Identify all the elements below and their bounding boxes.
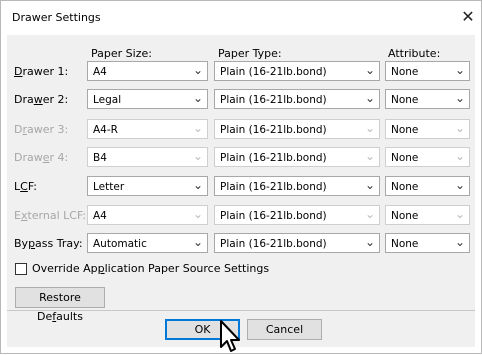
paper-type-select[interactable]: Plain (16-21lb.bond) ⌄: [214, 176, 380, 196]
window-title: Drawer Settings: [12, 11, 101, 24]
chevron-down-icon: ⌄: [192, 63, 203, 77]
select-value: Plain (16-21lb.bond): [220, 124, 327, 136]
paper-type-select[interactable]: Plain (16-21lb.bond) ⌄: [214, 233, 380, 253]
separator: [7, 310, 475, 311]
chevron-down-icon: ⌄: [454, 178, 465, 192]
paper-type-select[interactable]: Plain (16-21lb.bond) ⌄: [214, 61, 380, 81]
paper-size-select[interactable]: A4 ⌄: [87, 61, 208, 81]
drawer-settings-dialog: Drawer Settings ✕ Paper Size: Paper Type…: [0, 0, 482, 354]
select-value: A4: [93, 210, 107, 222]
paper-type-select[interactable]: Plain (16-21lb.bond) ⌄: [214, 205, 380, 225]
mouse-pointer-icon: [220, 320, 240, 352]
paper-size-header: Paper Size:: [91, 47, 152, 60]
select-value: Plain (16-21lb.bond): [220, 66, 327, 78]
select-value: None: [391, 66, 419, 78]
attribute-select[interactable]: None ⌄: [385, 233, 470, 253]
select-value: None: [391, 181, 419, 193]
select-value: Legal: [93, 94, 122, 106]
attribute-select[interactable]: None ⌄: [385, 147, 470, 167]
drawer-row-label: Drawer 3:: [14, 123, 69, 136]
paper-size-select[interactable]: Automatic ⌄: [87, 233, 208, 253]
chevron-down-icon: ⌄: [192, 207, 203, 221]
chevron-down-icon: ⌄: [454, 121, 465, 135]
drawer-row-label: Drawer 4:: [14, 151, 69, 164]
attribute-select[interactable]: None ⌄: [385, 61, 470, 81]
chevron-down-icon: ⌄: [454, 63, 465, 77]
attribute-select[interactable]: None ⌄: [385, 205, 470, 225]
paper-type-header: Paper Type:: [218, 47, 282, 60]
select-value: None: [391, 94, 419, 106]
paper-type-select[interactable]: Plain (16-21lb.bond) ⌄: [214, 89, 380, 109]
select-value: Plain (16-21lb.bond): [220, 94, 327, 106]
chevron-down-icon: ⌄: [364, 178, 375, 192]
chevron-down-icon: ⌄: [364, 121, 375, 135]
select-value: None: [391, 124, 419, 136]
override-checkbox[interactable]: [15, 263, 27, 275]
attribute-select[interactable]: None ⌄: [385, 176, 470, 196]
chevron-down-icon: ⌄: [192, 178, 203, 192]
cancel-button[interactable]: Cancel: [247, 319, 322, 340]
select-value: None: [391, 210, 419, 222]
select-value: B4: [93, 152, 107, 164]
chevron-down-icon: ⌄: [364, 149, 375, 163]
paper-size-select[interactable]: Legal ⌄: [87, 89, 208, 109]
select-value: Plain (16-21lb.bond): [220, 152, 327, 164]
paper-size-select[interactable]: A4 ⌄: [87, 205, 208, 225]
attribute-select[interactable]: None ⌄: [385, 89, 470, 109]
chevron-down-icon: ⌄: [192, 91, 203, 105]
select-value: None: [391, 238, 419, 250]
chevron-down-icon: ⌄: [192, 121, 203, 135]
drawer-row-label: LCF:: [14, 180, 38, 193]
select-value: A4-R: [93, 124, 118, 136]
chevron-down-icon: ⌄: [192, 235, 203, 249]
chevron-down-icon: ⌄: [192, 149, 203, 163]
drawer-row-label: Drawer 1:: [14, 65, 69, 78]
chevron-down-icon: ⌄: [364, 207, 375, 221]
chevron-down-icon: ⌄: [364, 235, 375, 249]
title-bar: Drawer Settings ✕: [1, 1, 481, 35]
select-value: Plain (16-21lb.bond): [220, 210, 327, 222]
chevron-down-icon: ⌄: [454, 91, 465, 105]
select-value: Letter: [93, 181, 125, 193]
chevron-down-icon: ⌄: [454, 207, 465, 221]
chevron-down-icon: ⌄: [364, 63, 375, 77]
drawer-row-label: External LCF:: [14, 209, 87, 222]
attribute-header: Attribute:: [388, 47, 441, 60]
paper-type-select[interactable]: Plain (16-21lb.bond) ⌄: [214, 119, 380, 139]
paper-type-select[interactable]: Plain (16-21lb.bond) ⌄: [214, 147, 380, 167]
chevron-down-icon: ⌄: [454, 235, 465, 249]
paper-size-select[interactable]: Letter ⌄: [87, 176, 208, 196]
select-value: Plain (16-21lb.bond): [220, 238, 327, 250]
close-icon[interactable]: ✕: [460, 7, 476, 26]
select-value: A4: [93, 66, 107, 78]
select-value: Plain (16-21lb.bond): [220, 181, 327, 193]
paper-size-select[interactable]: B4 ⌄: [87, 147, 208, 167]
chevron-down-icon: ⌄: [454, 149, 465, 163]
chevron-down-icon: ⌄: [364, 91, 375, 105]
dialog-content: Paper Size: Paper Type: Attribute: Drawe…: [7, 35, 475, 347]
paper-size-select[interactable]: A4-R ⌄: [87, 119, 208, 139]
drawer-row-label: Drawer 2:: [14, 93, 69, 106]
restore-defaults-button[interactable]: Restore Defaults: [15, 287, 105, 323]
override-label[interactable]: Override Application Paper Source Settin…: [32, 262, 269, 275]
select-value: Automatic: [93, 238, 147, 250]
attribute-select[interactable]: None ⌄: [385, 119, 470, 139]
select-value: None: [391, 152, 419, 164]
drawer-row-label: Bypass Tray:: [14, 237, 83, 250]
